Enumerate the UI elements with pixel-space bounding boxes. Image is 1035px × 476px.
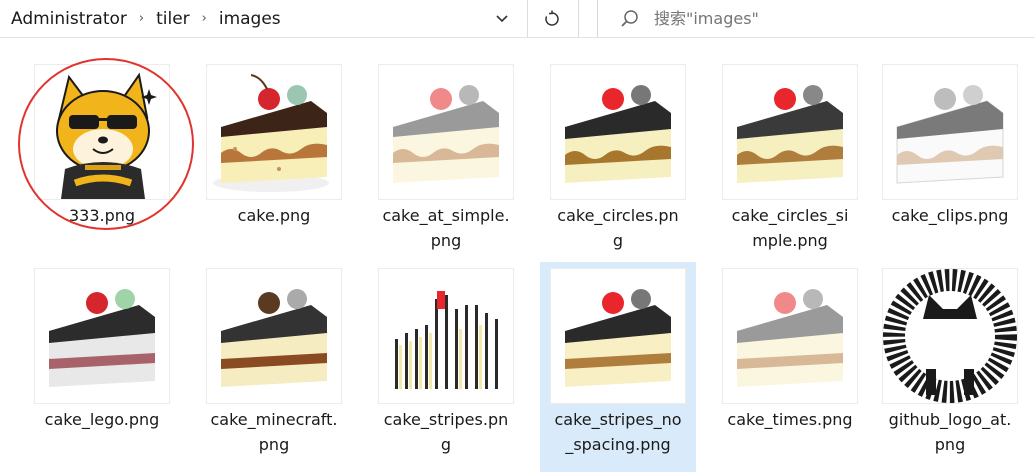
breadcrumb-item-tiler[interactable]: tiler: [154, 9, 192, 29]
thumbnail: [882, 64, 1018, 200]
file-tile-github-logo-at[interactable]: github_logo_at. png: [865, 262, 1035, 472]
cake-image: [395, 291, 498, 389]
file-name-continued: png: [430, 231, 462, 250]
chevron-right-icon[interactable]: ›: [202, 11, 207, 26]
search-icon: [621, 9, 638, 27]
file-tile-cake-stripes-no-spacing[interactable]: cake_stripes_no _spacing.png: [540, 262, 696, 472]
file-name: github_logo_at.: [888, 410, 1012, 429]
file-tile-333[interactable]: 333.png: [17, 58, 187, 258]
refresh-button[interactable]: [538, 5, 566, 33]
thumbnail: [34, 268, 170, 404]
file-name: cake_circles.pn: [557, 206, 679, 225]
thumbnail: [882, 268, 1018, 404]
address-dropdown-button[interactable]: [488, 6, 516, 32]
chevron-right-icon[interactable]: ›: [139, 11, 144, 26]
cake-image: [737, 85, 843, 183]
thumbnail: [550, 64, 686, 200]
file-name-continued: g: [440, 435, 452, 454]
thumbnail: [550, 268, 686, 404]
file-name: cake_times.png: [727, 410, 853, 429]
file-name: cake_lego.png: [44, 410, 160, 429]
refresh-icon: [545, 10, 559, 26]
file-name: cake_minecraft.: [210, 410, 338, 429]
file-tile-cake-circles-simple[interactable]: cake_circles_si mple.png: [705, 58, 875, 258]
breadcrumb-item-administrator[interactable]: Administrator: [9, 9, 129, 29]
file-name: cake.png: [237, 206, 311, 225]
thumbnail: [722, 64, 858, 200]
divider: [578, 0, 579, 37]
thumbnail: [722, 268, 858, 404]
file-name: cake_at_simple.: [382, 206, 510, 225]
file-name: cake_stripes.pn: [383, 410, 509, 429]
file-tile-cake-minecraft[interactable]: cake_minecraft. png: [189, 262, 359, 472]
cake-image: [565, 85, 671, 183]
file-name-continued: png: [258, 435, 290, 454]
file-name: 333.png: [68, 206, 136, 225]
address-search-bar: Administrator › tiler › images: [0, 0, 1035, 38]
cake-image: [565, 289, 671, 387]
file-tile-cake-clips[interactable]: cake_clips.png: [865, 58, 1035, 258]
file-name-continued: g: [612, 231, 624, 250]
file-tile-cake-times[interactable]: cake_times.png: [705, 262, 875, 472]
file-tile-cake-at-simple[interactable]: cake_at_simple. png: [361, 58, 531, 258]
file-tile-cake-stripes[interactable]: cake_stripes.pn g: [361, 262, 531, 472]
file-tile-cake[interactable]: cake.png: [189, 58, 359, 258]
breadcrumb-item-images[interactable]: images: [217, 9, 283, 29]
thumbnail: [34, 64, 170, 200]
search-input[interactable]: [654, 9, 1014, 28]
chevron-down-icon: [496, 15, 508, 23]
search-box[interactable]: [597, 0, 1035, 37]
cake-image: [221, 289, 327, 387]
thumbnail: [206, 268, 342, 404]
file-name: cake_stripes_no: [554, 410, 682, 429]
thumbnail: [206, 64, 342, 200]
file-tile-cake-circles[interactable]: cake_circles.pn g: [533, 58, 703, 258]
cake-image: [49, 289, 155, 387]
shiba-dog-image: [56, 72, 157, 199]
file-name: cake_circles_si: [731, 206, 849, 225]
cake-image: [393, 85, 499, 183]
file-name-continued: _spacing.png: [565, 435, 671, 454]
github-logo-image: [883, 269, 1017, 403]
thumbnail: [378, 268, 514, 404]
divider: [527, 0, 528, 37]
file-name-continued: mple.png: [752, 231, 828, 250]
file-name-continued: png: [934, 435, 966, 454]
cake-image: [896, 85, 1004, 184]
cake-image: [737, 289, 843, 387]
file-tile-cake-lego[interactable]: cake_lego.png: [17, 262, 187, 472]
breadcrumb[interactable]: Administrator › tiler › images: [0, 0, 520, 37]
cake-image: [213, 74, 329, 192]
thumbnail: [378, 64, 514, 200]
file-name: cake_clips.png: [891, 206, 1009, 225]
